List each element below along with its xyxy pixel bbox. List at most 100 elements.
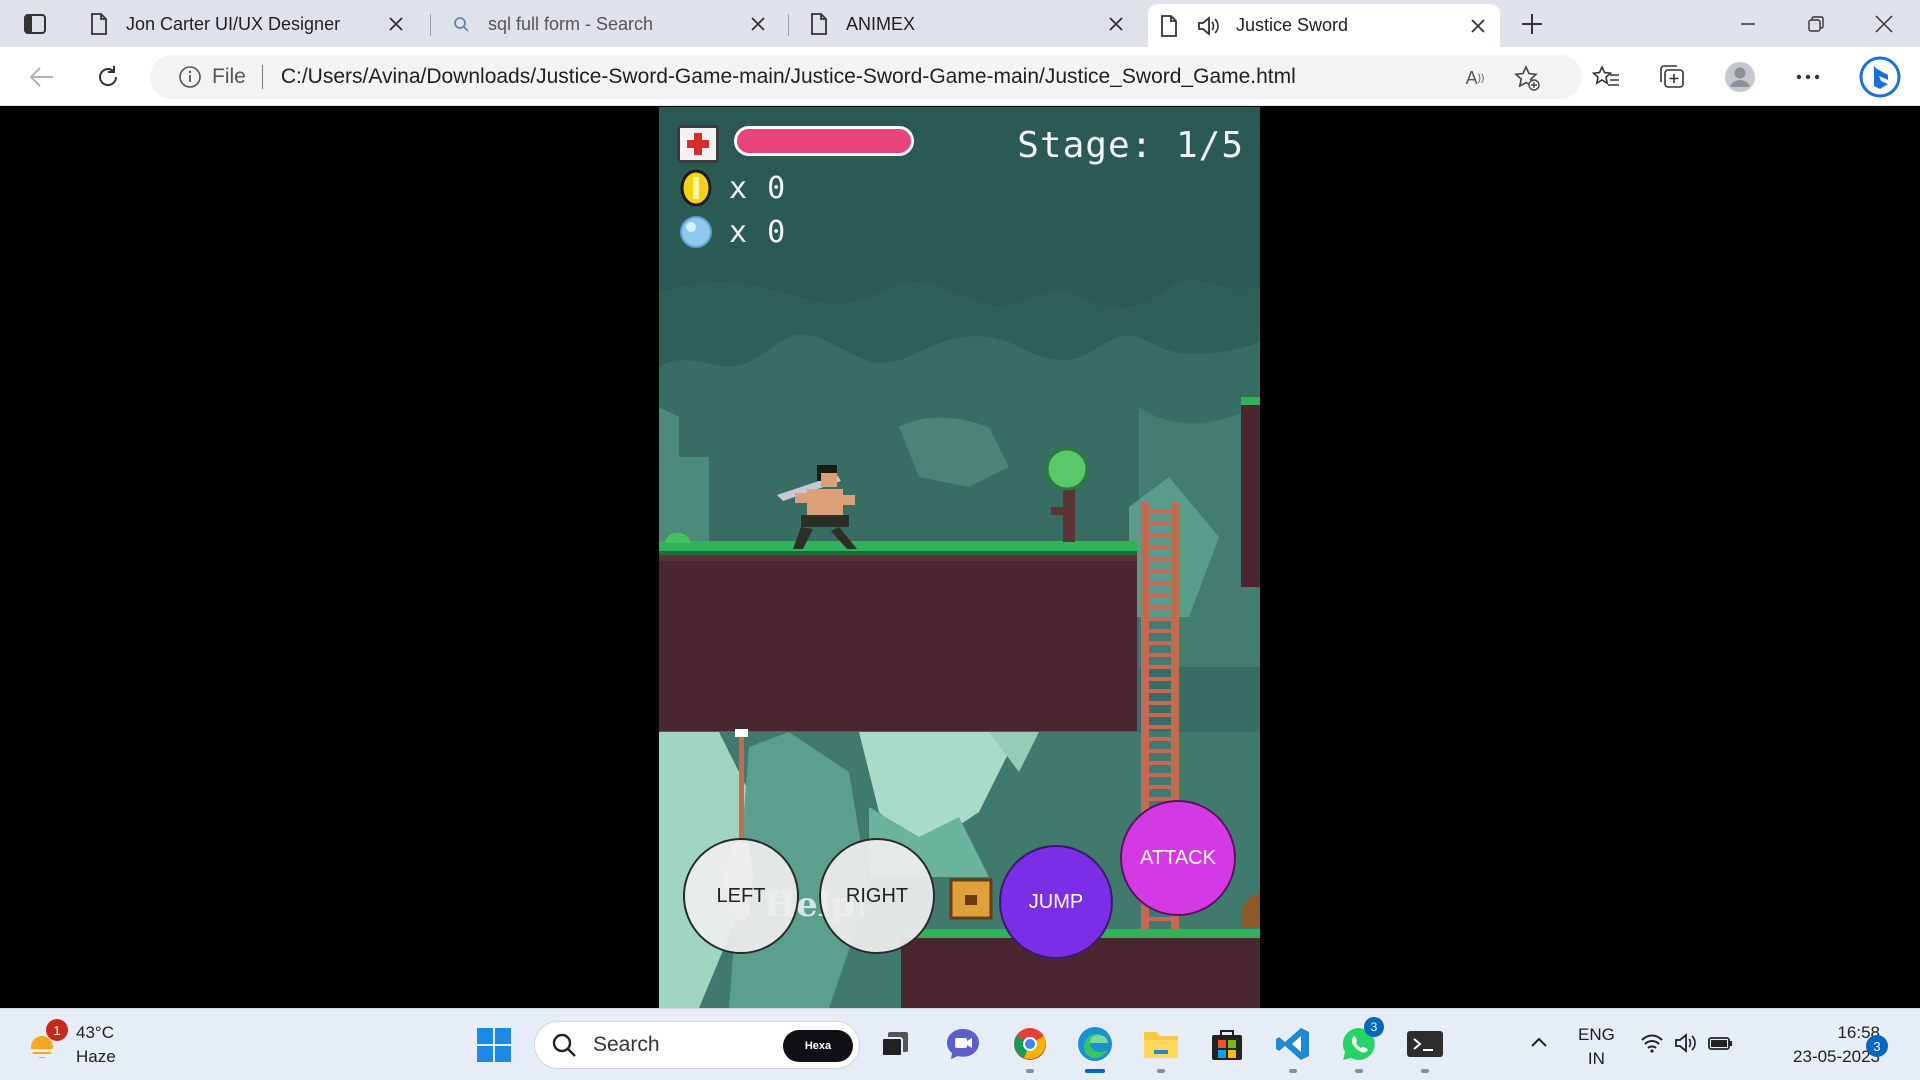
left-button[interactable]: LEFT (683, 838, 799, 954)
chevron-up-icon (1531, 1037, 1547, 1047)
close-window-button[interactable] (1854, 6, 1914, 42)
favorites-button[interactable] (1588, 59, 1624, 95)
ladder-rung (1149, 569, 1171, 573)
weather-badge: 1 (46, 1019, 68, 1041)
language-code: ENG (1578, 1025, 1615, 1044)
jump-button[interactable]: JUMP (999, 845, 1113, 959)
speaker-icon[interactable] (1196, 15, 1220, 37)
ladder-rung (1149, 629, 1171, 633)
clock-time: 16:58 (1837, 1023, 1880, 1042)
whatsapp-button[interactable]: 3 (1338, 1017, 1384, 1073)
scheme-label: File (212, 65, 246, 88)
more-options-button[interactable] (1790, 59, 1826, 95)
tab-justice-sword[interactable]: Justice Sword (1148, 4, 1500, 47)
tab-label: ANIMEX (846, 13, 916, 34)
ladder-rung (1149, 593, 1171, 597)
task-view-icon (881, 1032, 908, 1057)
chat-icon (947, 1029, 979, 1059)
ladder-rung (1149, 773, 1171, 777)
ladder-rung (1149, 785, 1171, 789)
vscode-button[interactable] (1272, 1023, 1314, 1073)
edge-button[interactable] (1074, 1023, 1116, 1073)
clock-date: 23-05-2023 (1793, 1047, 1880, 1066)
search-icon (552, 1033, 576, 1057)
navigation-bar: File C:/Users/Avina/Downloads/Justice-Sw… (0, 47, 1920, 106)
address-bar[interactable]: File C:/Users/Avina/Downloads/Justice-Sw… (150, 55, 1582, 99)
game-canvas[interactable]: Stage: 1/5 x 0 x 0 Help! LEFT RIGHT JUMP… (659, 107, 1260, 1008)
restore-button[interactable] (1786, 6, 1846, 42)
collections-icon (1660, 65, 1684, 88)
back-button[interactable] (24, 59, 60, 95)
health-bar-fill (737, 129, 911, 153)
back-arrow-icon (29, 67, 53, 87)
clock[interactable]: 16:58 23-05-2023 (1750, 1021, 1880, 1069)
tab-jon-carter[interactable]: Jon Carter UI/UX Designer (78, 6, 418, 42)
ladder-rung (1149, 737, 1171, 741)
taskbar: 1 43°C Haze Search Hexa 3 ENG IN 16:58 2… (0, 1008, 1920, 1080)
tab-sql-search[interactable]: sql full form - Search (440, 6, 780, 42)
tab-actions-icon (24, 14, 46, 34)
attack-button[interactable]: ATTACK (1120, 800, 1236, 916)
running-indicator (1157, 1069, 1165, 1073)
ladder-rung (1149, 701, 1171, 705)
store-icon (1212, 1030, 1242, 1060)
ladder-rung (1149, 761, 1171, 765)
page-icon (811, 13, 827, 35)
close-icon[interactable] (386, 14, 406, 34)
start-button[interactable] (476, 1027, 512, 1063)
windows-icon (477, 1028, 511, 1062)
terminal-button[interactable] (1404, 1023, 1446, 1073)
favorites-icon (1592, 65, 1619, 86)
close-icon[interactable] (748, 14, 768, 34)
gem-counter: x 0 (679, 213, 785, 251)
profile-button[interactable] (1722, 59, 1758, 95)
teams-chat-button[interactable] (942, 1023, 984, 1065)
health-bar (734, 126, 914, 156)
read-aloud-icon[interactable]: A)) (1462, 65, 1488, 91)
tab-strip: Jon Carter UI/UX Designer sql full form … (0, 0, 1920, 47)
volume-icon (1675, 1033, 1696, 1053)
close-icon[interactable] (1106, 14, 1126, 34)
task-view-button[interactable] (874, 1023, 916, 1065)
ladder-rung (1149, 917, 1171, 921)
coin-count: 0 (767, 170, 786, 206)
whatsapp-badge: 3 (1364, 1017, 1384, 1037)
bing-chat-button[interactable] (1858, 55, 1902, 99)
close-icon[interactable] (1468, 16, 1488, 36)
weather-temp: 43°C (76, 1023, 114, 1042)
chrome-icon (1014, 1028, 1046, 1060)
gem-multiplier: x (729, 214, 748, 250)
health-icon (677, 125, 719, 163)
system-tray-status[interactable] (1640, 1033, 1734, 1053)
wifi-icon (1641, 1034, 1663, 1053)
taskbar-search[interactable]: Search Hexa (534, 1021, 860, 1069)
info-icon[interactable] (178, 65, 202, 89)
minimize-button[interactable] (1718, 6, 1778, 42)
page-icon (1161, 14, 1177, 37)
microsoft-store-button[interactable] (1206, 1023, 1248, 1065)
right-button[interactable]: RIGHT (819, 838, 935, 954)
running-indicator (1026, 1069, 1034, 1073)
refresh-button[interactable] (90, 59, 126, 95)
ladder-rung (1149, 605, 1171, 609)
language-indicator[interactable]: ENG IN (1578, 1023, 1615, 1071)
coin-counter: x 0 (679, 169, 785, 207)
file-explorer-button[interactable] (1140, 1023, 1182, 1073)
plus-icon (1522, 14, 1542, 34)
add-favorite-button[interactable] (1514, 65, 1540, 91)
tab-animex[interactable]: ANIMEX (798, 6, 1138, 42)
weather-widget[interactable]: 1 43°C Haze (26, 1019, 116, 1069)
coin-multiplier: x (729, 170, 748, 206)
url-text[interactable]: C:/Users/Avina/Downloads/Justice-Sword-G… (281, 65, 1296, 89)
tab-label: Justice Sword (1236, 15, 1349, 35)
gem-count: 0 (767, 214, 786, 250)
star-plus-icon (1514, 65, 1540, 91)
tab-actions-button[interactable] (18, 10, 52, 38)
collections-button[interactable] (1654, 59, 1690, 95)
new-tab-button[interactable] (1517, 10, 1547, 38)
gem-orb-icon (680, 216, 712, 248)
show-hidden-icons-button[interactable] (1530, 1033, 1548, 1053)
search-icon (454, 17, 469, 32)
notification-badge[interactable]: 3 (1866, 1035, 1888, 1057)
chrome-button[interactable] (1009, 1023, 1051, 1073)
